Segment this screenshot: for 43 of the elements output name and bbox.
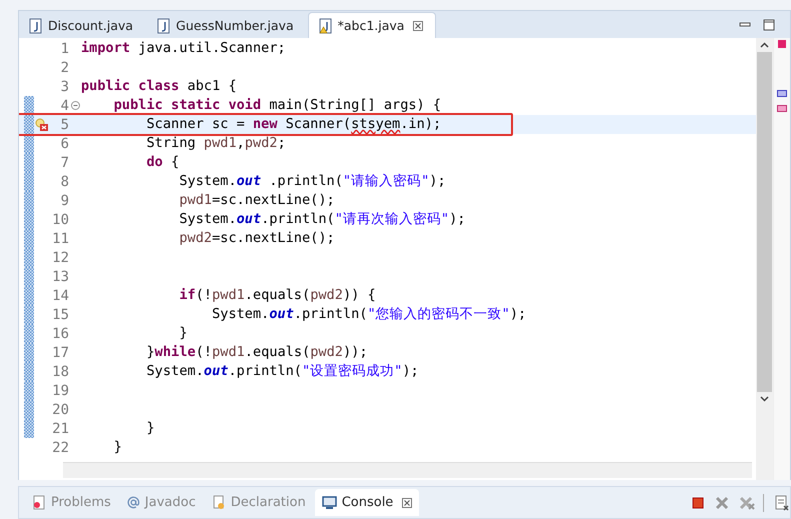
- code-line: public static void main(String[] args) {: [112, 98, 442, 113]
- line-number: 11: [51, 230, 69, 246]
- line-number: 22: [51, 440, 69, 456]
- code-line: public class abc1 {: [81, 79, 237, 94]
- line-number: 19: [51, 382, 69, 398]
- editor-tab[interactable]: GuessNumber.java: [147, 13, 306, 38]
- code-line: import java.util.Scanner;: [81, 41, 286, 56]
- code-line: }: [145, 421, 155, 436]
- editor-tab[interactable]: Discount.java: [19, 13, 146, 38]
- code-line: do {: [145, 155, 180, 170]
- code-line: System.out.println("设置密码成功");: [145, 364, 419, 379]
- code-line: Scanner sc = new Scanner(stsyem.in);: [145, 117, 442, 132]
- code-line: }: [112, 440, 122, 455]
- line-number: 3: [60, 78, 69, 94]
- code-line: pwd1=sc.nextLine();: [178, 193, 335, 208]
- code-line: System.out.println("请再次输入密码");: [178, 212, 466, 227]
- line-number: 12: [51, 250, 69, 266]
- line-number: 17: [51, 344, 69, 360]
- line-number: 14: [51, 288, 69, 304]
- line-number: 10: [51, 212, 69, 228]
- line-number: 6: [60, 136, 69, 152]
- line-number: 15: [51, 306, 69, 322]
- code-line: if(!pwd1.equals(pwd2)) {: [178, 288, 376, 303]
- line-number: 7: [60, 154, 69, 170]
- line-number: 20: [51, 402, 69, 418]
- line-number: 18: [51, 364, 69, 380]
- code-line: System.out .println("请输入密码");: [178, 174, 446, 189]
- line-number: 1: [60, 40, 69, 56]
- code-line: }: [178, 326, 188, 341]
- line-number: 13: [51, 268, 69, 284]
- panel-tab[interactable]: Console: [314, 489, 420, 516]
- line-number: 9: [60, 192, 69, 208]
- editor-tab[interactable]: *abc1.java: [308, 12, 436, 38]
- line-number: 16: [51, 326, 69, 342]
- line-number: 8: [60, 174, 69, 190]
- line-number: 5: [60, 116, 69, 132]
- code-line: System.out.println("您输入的密码不一致");: [210, 307, 526, 322]
- line-number: 4: [60, 98, 69, 114]
- line-number: 2: [60, 60, 69, 76]
- code-line: }while(!pwd1.equals(pwd2));: [145, 345, 368, 360]
- code-line: String pwd1,pwd2;: [145, 136, 286, 151]
- code-line: pwd2=sc.nextLine();: [178, 231, 335, 246]
- line-number: 21: [51, 420, 69, 436]
